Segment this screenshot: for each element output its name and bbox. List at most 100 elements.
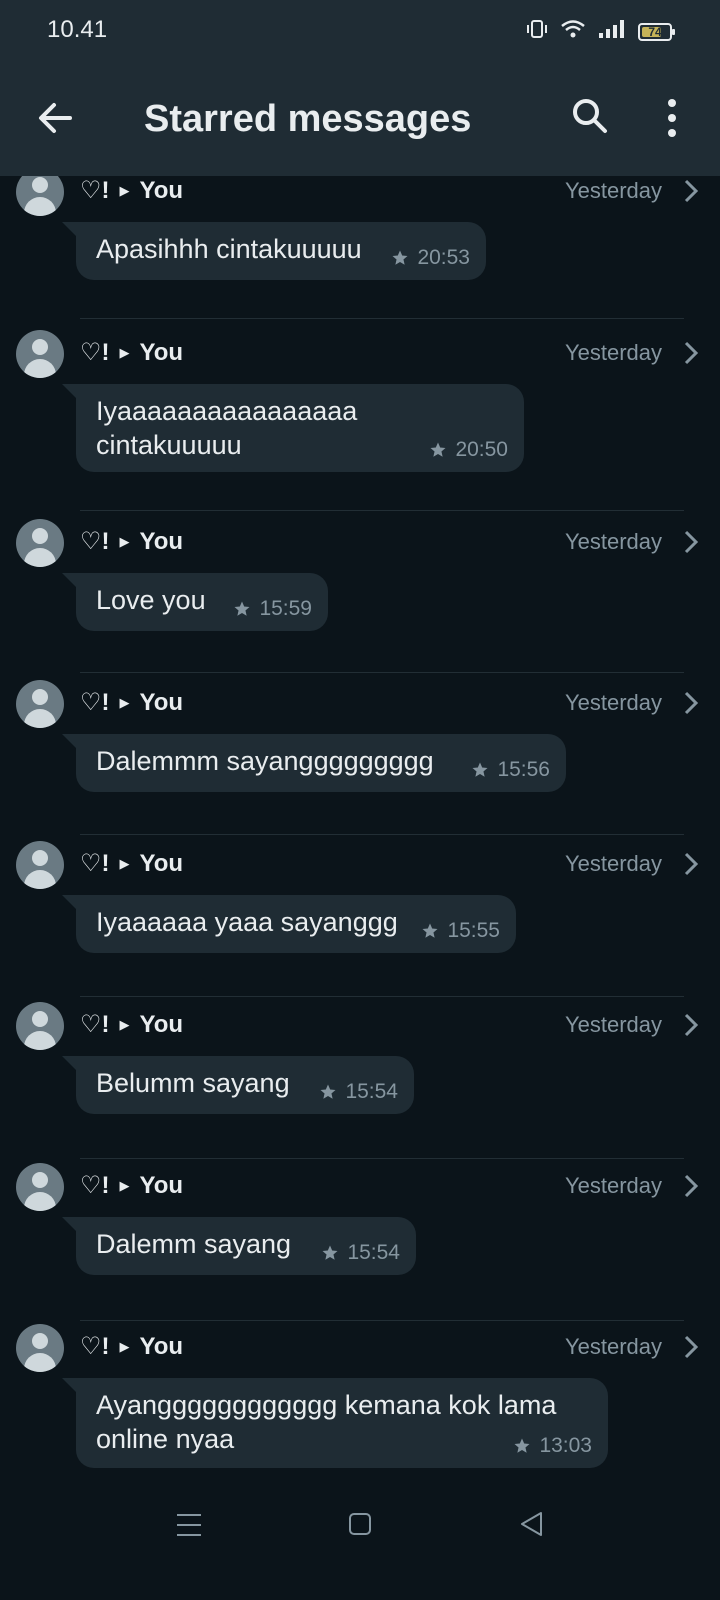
message-route: ♡! ▶ You <box>80 849 183 878</box>
message-meta: 20:50 <box>429 438 508 462</box>
status-time: 10.41 <box>47 16 108 43</box>
route-arrow-icon: ▶ <box>119 182 130 198</box>
message-time: 13:03 <box>539 1434 592 1457</box>
recipient-name: You <box>139 849 184 877</box>
starred-message-list: ♡! ▶ You Yesterday Apasihhh cintakuuuuu 20… <box>0 176 720 1476</box>
app-bar: Starred messages <box>0 64 720 176</box>
more-vertical-icon[interactable] <box>660 96 684 140</box>
avatar[interactable] <box>16 519 64 567</box>
message-time: 15:56 <box>497 758 550 781</box>
route-arrow-icon: ▶ <box>119 1016 130 1032</box>
route-arrow-icon: ▶ <box>119 533 130 549</box>
avatar[interactable] <box>16 176 64 216</box>
status-icons: 74 <box>526 18 675 45</box>
message-time: 15:54 <box>347 1241 400 1264</box>
recent-apps-icon[interactable] <box>176 1512 202 1538</box>
message-time: 20:50 <box>455 438 508 461</box>
route-arrow-icon: ▶ <box>119 1177 130 1193</box>
message-date: Yesterday <box>564 529 662 554</box>
message-bubble[interactable]: Dalemmm sayanggggggggg 15:56 <box>62 734 566 792</box>
chat-name: ♡! <box>80 528 110 555</box>
avatar[interactable] <box>16 1163 64 1211</box>
star-icon <box>320 1084 336 1099</box>
message-date: Yesterday <box>564 1012 662 1037</box>
message-meta: 15:54 <box>321 1241 400 1265</box>
system-nav-bar <box>0 1480 720 1600</box>
search-icon[interactable] <box>570 96 610 136</box>
status-bar: 10.41 74 <box>0 0 720 64</box>
message-meta: 20:53 <box>391 246 470 270</box>
avatar[interactable] <box>16 680 64 728</box>
chat-name: ♡! <box>80 339 110 366</box>
chat-name: ♡! <box>80 177 110 204</box>
message-bubble[interactable]: Dalemm sayang 15:54 <box>62 1217 416 1275</box>
star-icon <box>472 762 488 777</box>
chevron-right-icon[interactable] <box>682 1173 700 1199</box>
star-icon <box>234 601 250 616</box>
recipient-name: You <box>139 176 184 204</box>
back-triangle-icon[interactable] <box>518 1510 544 1538</box>
message-route: ♡! ▶ You <box>80 176 183 205</box>
avatar[interactable] <box>16 1002 64 1050</box>
route-arrow-icon: ▶ <box>119 694 130 710</box>
chevron-right-icon[interactable] <box>682 529 700 555</box>
message-time: 15:59 <box>259 597 312 620</box>
message-route: ♡! ▶ You <box>80 1010 183 1039</box>
arrow-left-icon[interactable] <box>36 98 76 138</box>
vibrate-icon <box>526 18 548 45</box>
message-route: ♡! ▶ You <box>80 527 183 556</box>
chevron-right-icon[interactable] <box>682 1012 700 1038</box>
battery-percent: 74 <box>648 24 662 39</box>
divider <box>80 1158 684 1159</box>
chevron-right-icon[interactable] <box>682 851 700 877</box>
recipient-name: You <box>139 527 184 555</box>
chevron-right-icon[interactable] <box>682 340 700 366</box>
page-title: Starred messages <box>144 98 472 140</box>
recipient-name: You <box>139 338 184 366</box>
message-meta: 15:56 <box>471 758 550 782</box>
message-date: Yesterday <box>564 690 662 715</box>
star-icon <box>322 1245 338 1260</box>
chat-name: ♡! <box>80 1333 110 1360</box>
message-route: ♡! ▶ You <box>80 338 183 367</box>
message-bubble[interactable]: Iyaaaaaaaaaaaaaaaa cintakuuuuu 20:50 <box>62 384 524 472</box>
home-icon[interactable] <box>348 1512 372 1536</box>
divider <box>80 672 684 673</box>
message-time: 15:55 <box>447 919 500 942</box>
route-arrow-icon: ▶ <box>119 344 130 360</box>
divider <box>80 834 684 835</box>
message-date: Yesterday <box>564 340 662 365</box>
divider <box>80 318 684 319</box>
chevron-right-icon[interactable] <box>682 178 700 204</box>
route-arrow-icon: ▶ <box>119 1338 130 1354</box>
wifi-icon <box>560 18 586 45</box>
recipient-name: You <box>139 1332 184 1360</box>
message-date: Yesterday <box>564 1334 662 1359</box>
message-date: Yesterday <box>564 178 662 203</box>
message-meta: 15:55 <box>421 919 500 943</box>
divider <box>80 1320 684 1321</box>
message-bubble[interactable]: Ayangggggggggggg kemana kok lama online … <box>62 1378 608 1468</box>
message-date: Yesterday <box>564 1173 662 1198</box>
message-date: Yesterday <box>564 851 662 876</box>
message-route: ♡! ▶ You <box>80 1171 183 1200</box>
message-meta: 15:54 <box>319 1080 398 1104</box>
message-bubble[interactable]: Apasihhh cintakuuuuu 20:53 <box>62 222 486 280</box>
message-time: 15:54 <box>345 1080 398 1103</box>
avatar[interactable] <box>16 330 64 378</box>
route-arrow-icon: ▶ <box>119 855 130 871</box>
message-bubble[interactable]: Love you 15:59 <box>62 573 328 631</box>
signal-icon <box>598 18 626 45</box>
message-meta: 13:03 <box>513 1434 592 1458</box>
message-bubble[interactable]: Belumm sayang 15:54 <box>62 1056 414 1114</box>
avatar[interactable] <box>16 841 64 889</box>
divider <box>80 510 684 511</box>
message-route: ♡! ▶ You <box>80 1332 183 1361</box>
avatar[interactable] <box>16 1324 64 1372</box>
recipient-name: You <box>139 688 184 716</box>
message-bubble[interactable]: Iyaaaaaa yaaa sayanggg 15:55 <box>62 895 516 953</box>
chat-name: ♡! <box>80 1172 110 1199</box>
chevron-right-icon[interactable] <box>682 1334 700 1360</box>
chevron-right-icon[interactable] <box>682 690 700 716</box>
divider <box>80 996 684 997</box>
